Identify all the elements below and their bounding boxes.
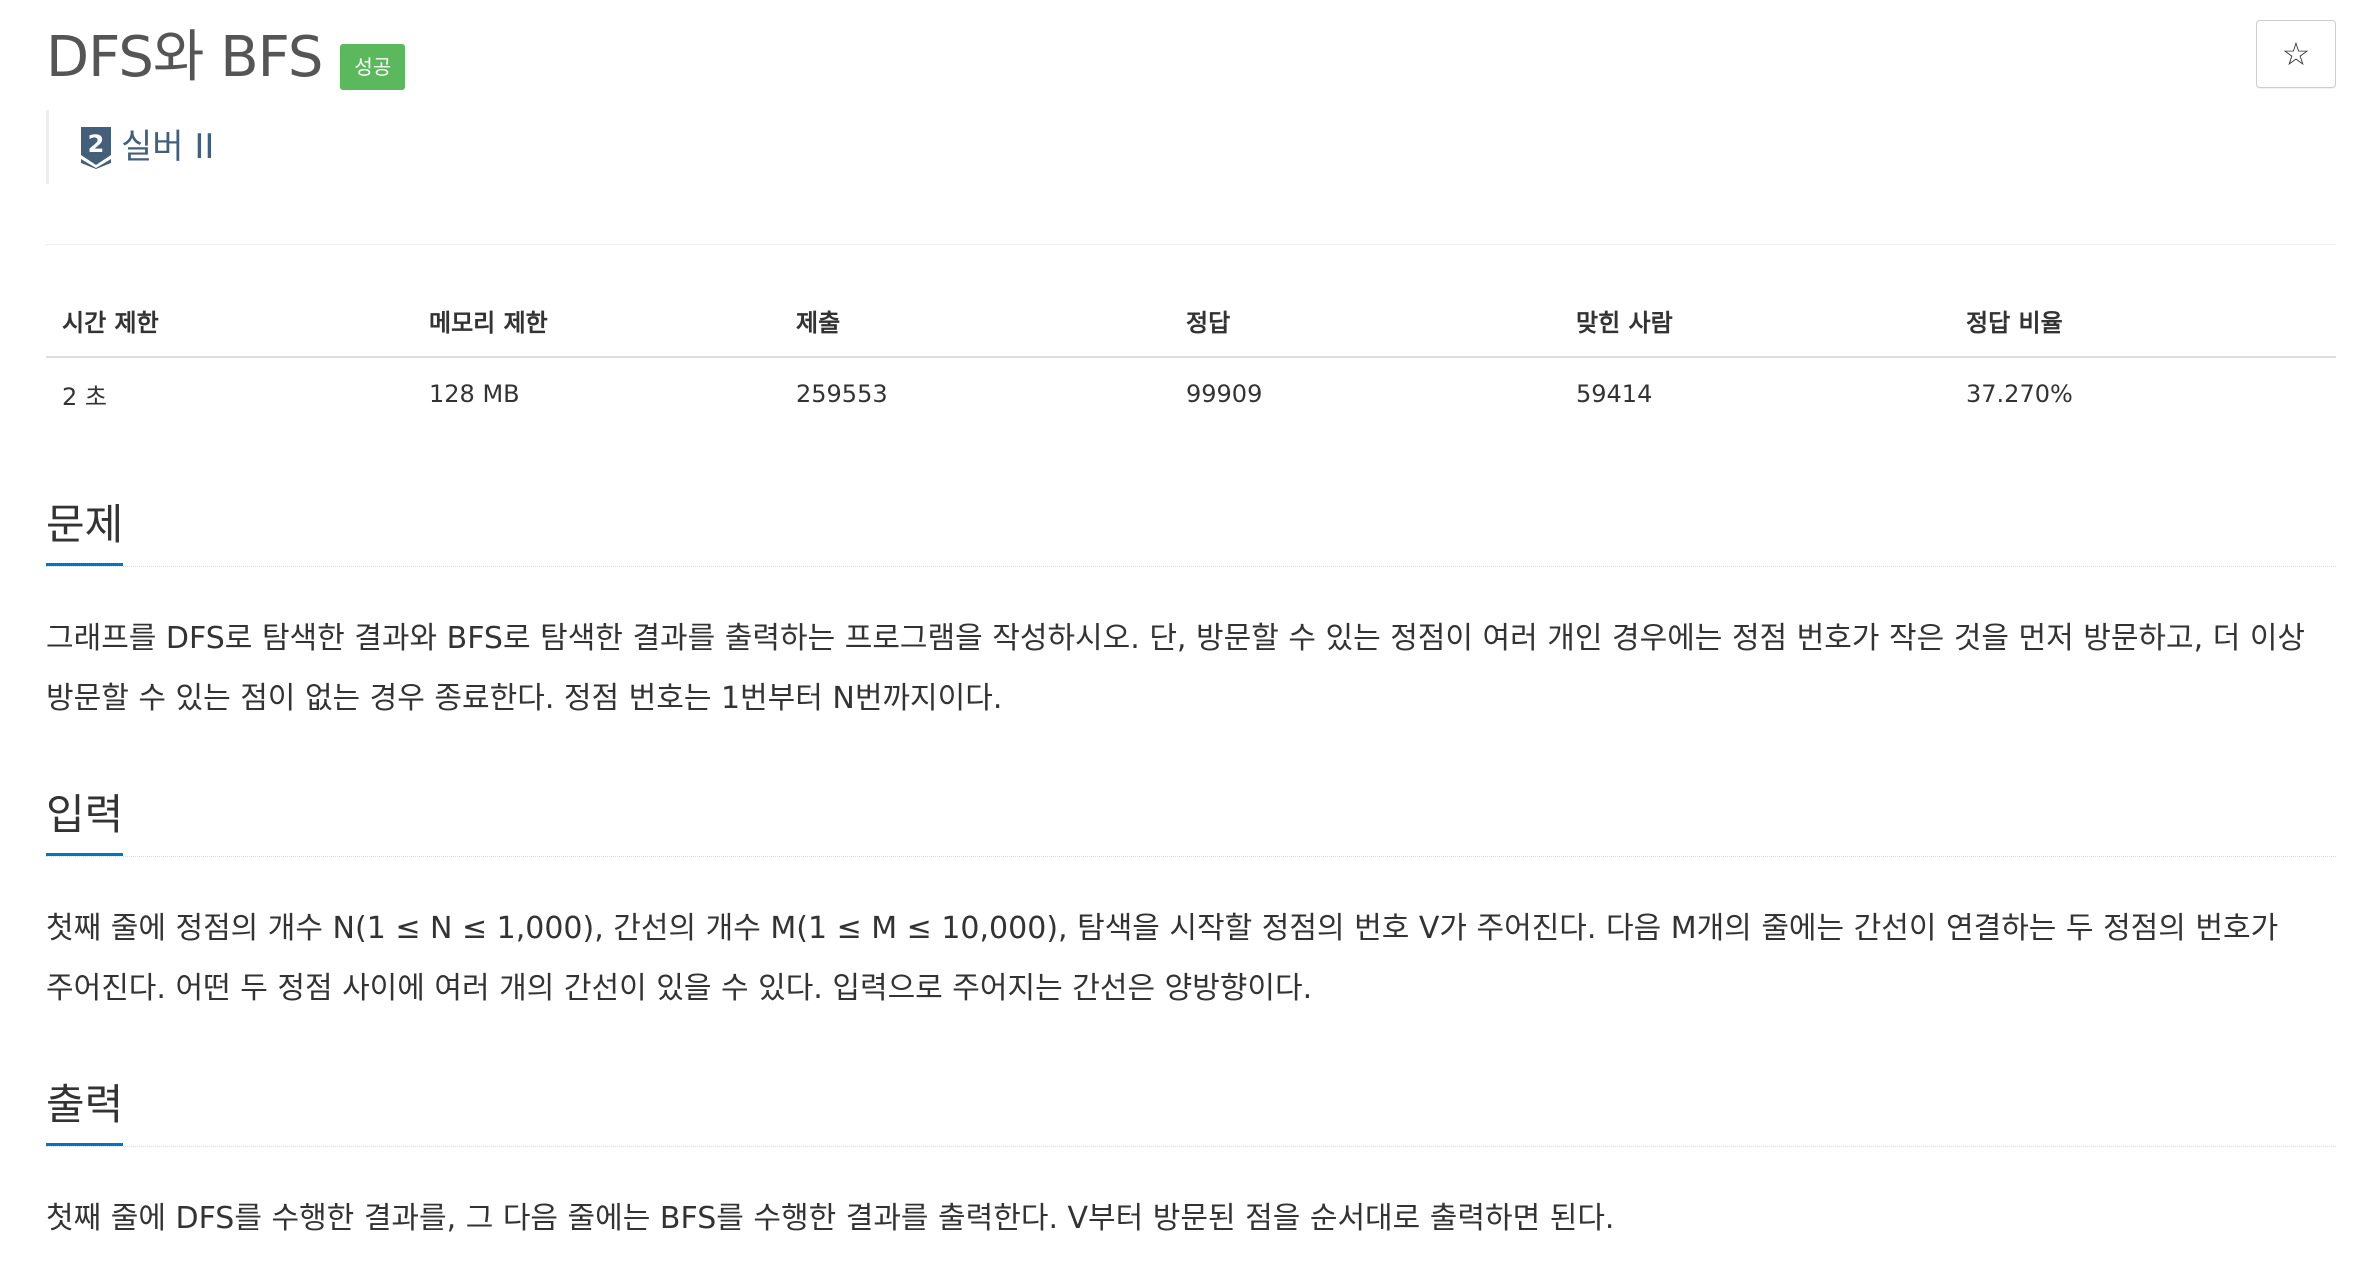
star-icon: ☆: [2281, 35, 2311, 73]
favorite-star-button[interactable]: ☆: [2256, 20, 2336, 88]
stats-submissions: 259553: [796, 380, 888, 408]
description-text: 그래프를 DFS로 탐색한 결과와 BFS로 탐색한 결과를 출력하는 프로그램…: [46, 621, 2306, 716]
status-badge: 성공: [340, 44, 406, 90]
problem-header: DFS와 BFS 성공: [46, 18, 406, 98]
stats-header-solvers: 맞힌 사람: [1576, 308, 1673, 337]
stats-memory-limit: 128 MB: [429, 380, 520, 408]
description-section: 문제 그래프를 DFS로 탐색한 결과와 BFS로 탐색한 결과를 출력하는 프…: [46, 496, 2336, 729]
description-section-header: 문제: [46, 496, 2336, 567]
silver-tier-icon: 2: [81, 127, 111, 169]
problem-stats-table: 시간 제한 메모리 제한 제출 정답 맞힌 사람 정답 비율 2 초 128 M…: [46, 284, 2336, 430]
input-text: 첫째 줄에 정점의 개수 N(1 ≤ N ≤ 1,000), 간선의 개수 M(…: [46, 911, 2279, 1006]
output-section-header: 출력: [46, 1076, 2336, 1147]
description-heading: 문제: [46, 497, 124, 566]
stats-value-row: 2 초 128 MB 259553 99909 59414 37.270%: [46, 358, 2336, 430]
stats-header-submissions: 제출: [796, 308, 841, 337]
problem-title: DFS와 BFS: [46, 25, 323, 90]
stats-ratio: 37.270%: [1966, 380, 2073, 408]
input-heading: 입력: [46, 787, 124, 856]
tier-block: 2 실버 II: [46, 110, 214, 184]
stats-header-ratio: 정답 비율: [1966, 308, 2063, 337]
problem-page: DFS와 BFS 성공 ☆ 2 실버 II 시간 제한 메모리 제한 제출 정답…: [46, 0, 2336, 1276]
tier-label: 실버 II: [121, 127, 215, 167]
output-section: 출력 첫째 줄에 DFS를 수행한 결과를, 그 다음 줄에는 BFS를 수행한…: [46, 1076, 2336, 1249]
stats-time-limit: 2 초: [62, 382, 107, 411]
stats-header-row: 시간 제한 메모리 제한 제출 정답 맞힌 사람 정답 비율: [46, 284, 2336, 358]
stats-header-accepted: 정답: [1186, 308, 1231, 337]
output-heading: 출력: [46, 1077, 124, 1146]
stats-header-time-limit: 시간 제한: [62, 308, 159, 337]
header-divider: [46, 244, 2336, 245]
input-section-header: 입력: [46, 786, 2336, 857]
input-section: 입력 첫째 줄에 정점의 개수 N(1 ≤ N ≤ 1,000), 간선의 개수…: [46, 786, 2336, 1019]
tier-number: 2: [88, 130, 105, 158]
output-text: 첫째 줄에 DFS를 수행한 결과를, 그 다음 줄에는 BFS를 수행한 결과…: [46, 1201, 1615, 1236]
stats-solvers: 59414: [1576, 380, 1653, 408]
stats-accepted: 99909: [1186, 380, 1263, 408]
stats-header-memory-limit: 메모리 제한: [429, 308, 548, 337]
